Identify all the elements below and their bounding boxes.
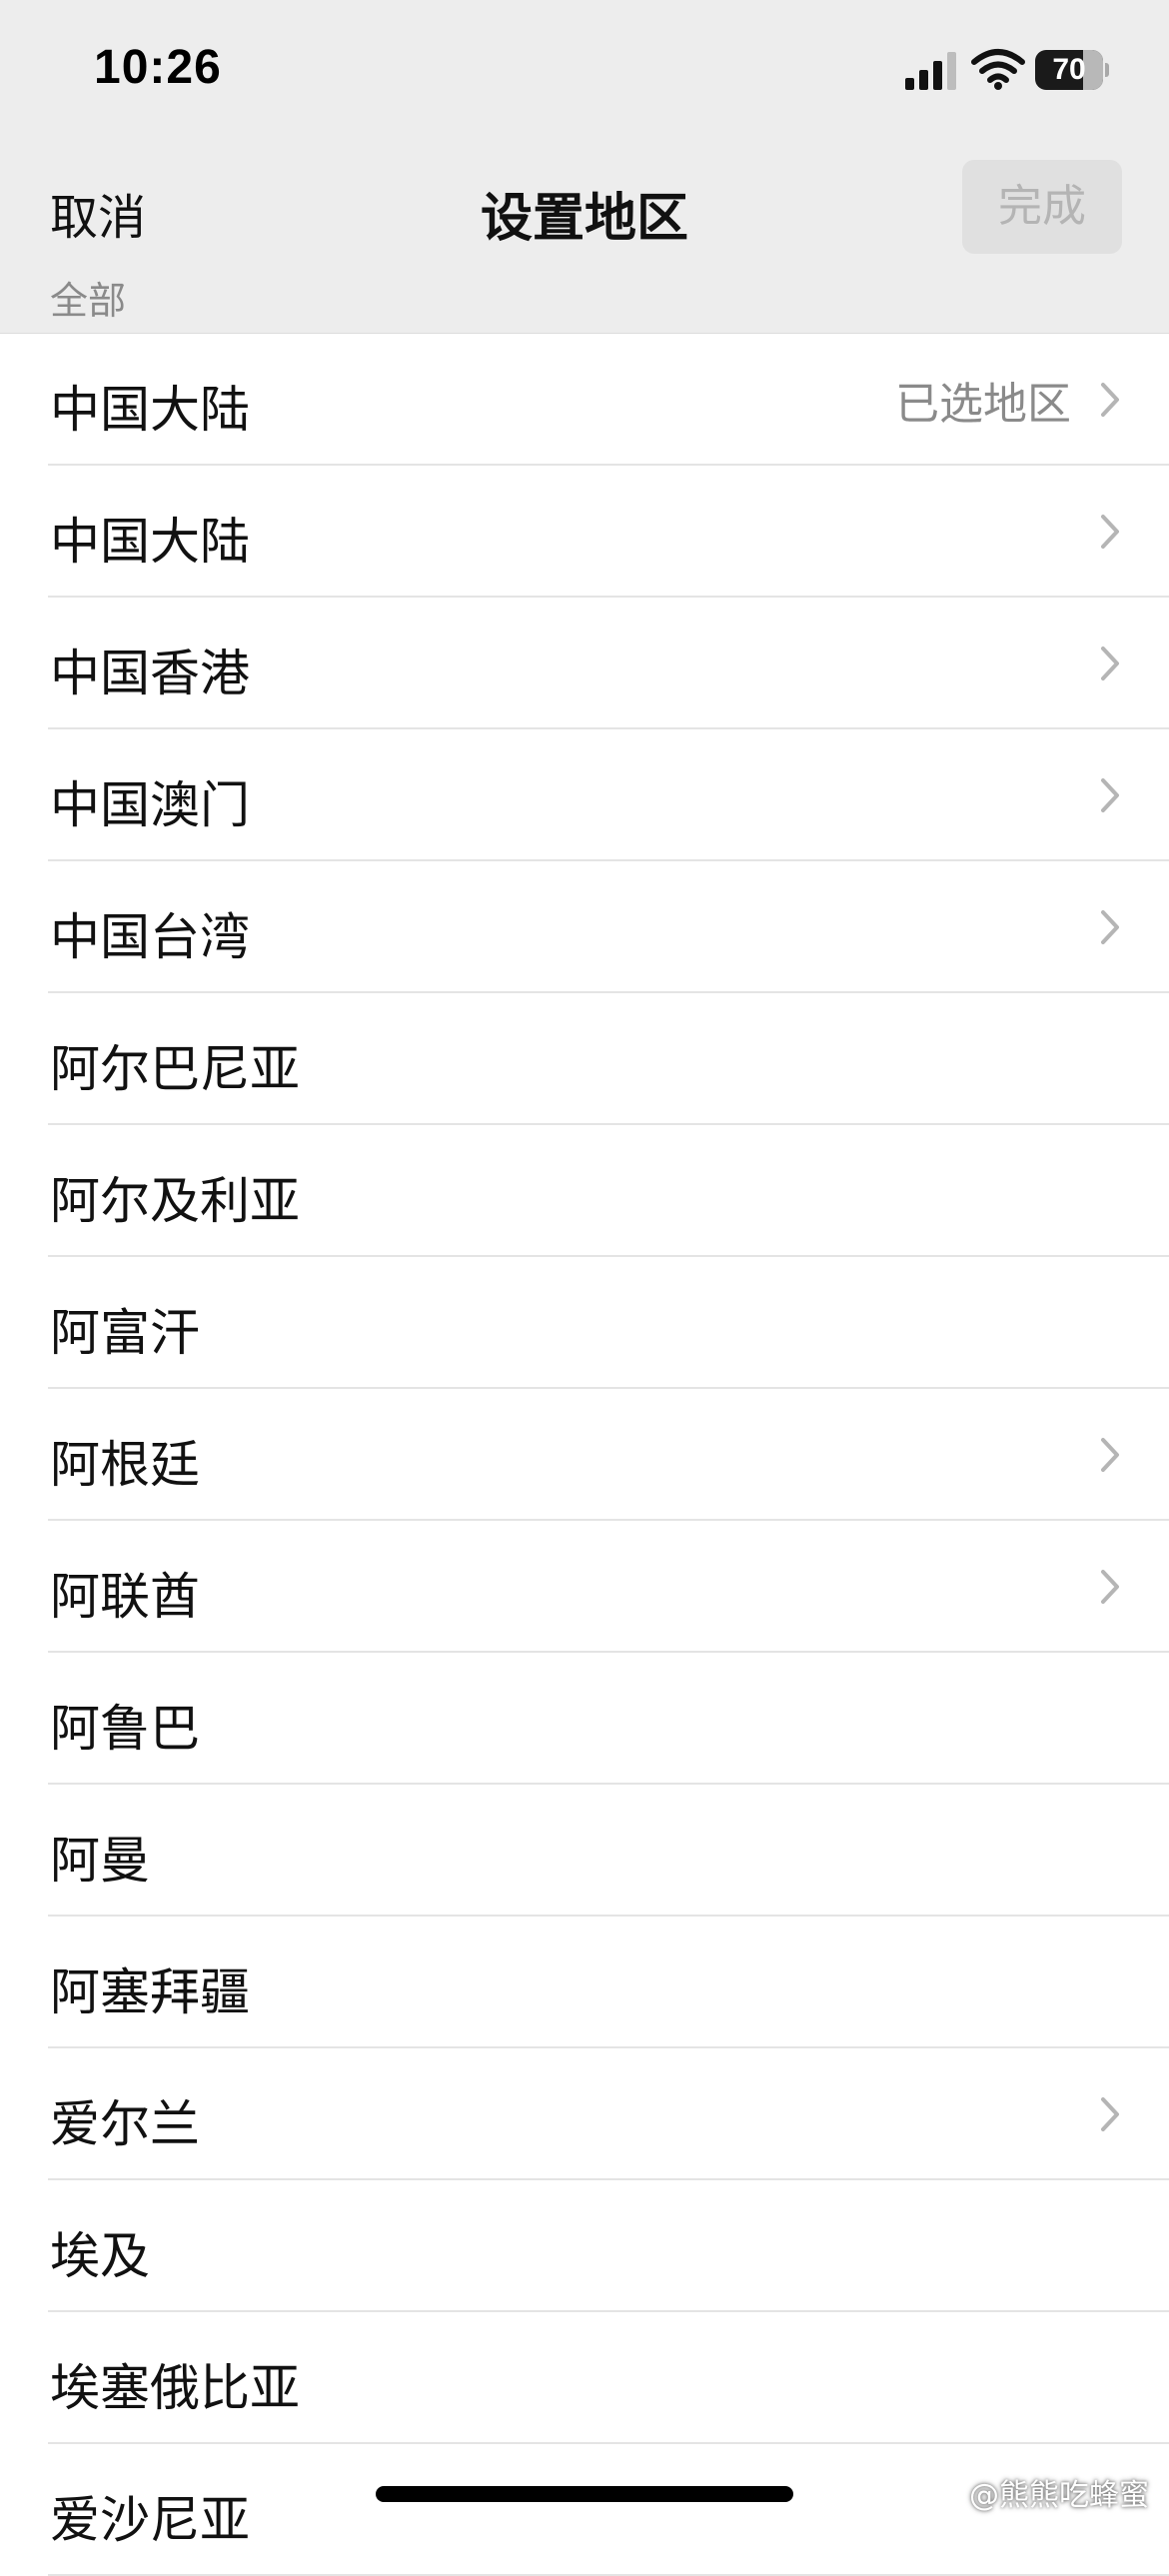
region-name: 爱尔兰 <box>50 2095 200 2153</box>
region-name: 中国大陆 <box>50 513 250 571</box>
region-name: 阿富汗 <box>50 1304 200 1362</box>
watermark-text: @熊熊吃蜂蜜 <box>969 2478 1149 2513</box>
region-name: 中国澳门 <box>50 776 250 834</box>
region-name: 阿联酋 <box>50 1568 200 1626</box>
region-name: 阿根廷 <box>50 1436 200 1494</box>
cellular-signal-icon <box>905 52 956 90</box>
chevron-right-icon <box>1101 910 1119 944</box>
region-row[interactable]: 阿联酋 <box>0 1521 1169 1653</box>
chevron-right-icon <box>1101 778 1119 812</box>
region-name: 埃塞俄比亚 <box>50 2359 300 2417</box>
region-row[interactable]: 阿根廷 <box>0 1389 1169 1521</box>
chevron-right-icon <box>1101 515 1119 549</box>
region-row[interactable]: 中国香港 <box>0 598 1169 729</box>
row-accessory: 已选地区 <box>895 368 1121 432</box>
row-accessory <box>1099 2082 1121 2146</box>
region-name: 阿曼 <box>50 1832 150 1890</box>
region-name: 中国大陆 <box>50 381 250 439</box>
home-indicator[interactable] <box>376 2486 793 2502</box>
selected-region-label: 已选地区 <box>895 379 1071 430</box>
region-name: 阿鲁巴 <box>50 1700 200 1758</box>
region-row[interactable]: 阿塞拜疆 <box>0 1917 1169 2048</box>
row-accessory <box>1099 763 1121 827</box>
row-accessory <box>1099 1555 1121 1619</box>
chevron-right-icon <box>1101 1438 1119 1472</box>
header-area: 10:26 70 取消 设置地区 完成 全部 <box>0 0 1169 334</box>
chevron-right-icon <box>1101 646 1119 680</box>
chevron-right-icon <box>1101 383 1119 417</box>
region-row[interactable]: 阿尔及利亚 <box>0 1125 1169 1257</box>
region-name: 中国台湾 <box>50 908 250 966</box>
battery-cap <box>1105 63 1109 77</box>
region-name: 阿塞拜疆 <box>50 1963 250 2021</box>
section-header: 全部 <box>50 279 127 323</box>
region-row[interactable]: 埃塞俄比亚 <box>0 2312 1169 2444</box>
status-time: 10:26 <box>94 41 222 94</box>
done-button[interactable]: 完成 <box>962 160 1122 254</box>
wifi-icon <box>971 49 1025 90</box>
row-accessory <box>1099 500 1121 564</box>
region-list: 中国大陆 已选地区 中国大陆 中国香港 中国澳门 中国台湾 阿尔巴尼亚 阿尔及利亚 阿富汗 阿根廷… <box>0 334 1169 2576</box>
battery-body: 70 <box>1035 50 1103 90</box>
chevron-right-icon <box>1101 1570 1119 1604</box>
row-accessory <box>1099 1423 1121 1487</box>
status-bar: 10:26 70 <box>0 0 1169 150</box>
region-row[interactable]: 埃及 <box>0 2180 1169 2312</box>
battery-indicator: 70 <box>1035 50 1109 90</box>
region-row[interactable]: 中国澳门 <box>0 729 1169 861</box>
region-row[interactable]: 阿尔巴尼亚 <box>0 993 1169 1125</box>
chevron-right-icon <box>1101 2097 1119 2131</box>
region-row[interactable]: 中国大陆 <box>0 466 1169 598</box>
region-name: 埃及 <box>50 2227 150 2285</box>
watermark: @熊熊吃蜂蜜 <box>929 2470 1149 2514</box>
region-row[interactable]: 爱尔兰 <box>0 2048 1169 2180</box>
region-row[interactable]: 阿鲁巴 <box>0 1653 1169 1785</box>
region-row[interactable]: 中国大陆 已选地区 <box>0 334 1169 466</box>
battery-level: 70 <box>1052 53 1086 86</box>
row-accessory <box>1099 632 1121 695</box>
region-name: 阿尔巴尼亚 <box>50 1040 300 1098</box>
region-name: 阿尔及利亚 <box>50 1172 300 1230</box>
navigation-bar: 取消 设置地区 完成 <box>0 150 1169 270</box>
region-row[interactable]: 阿富汗 <box>0 1257 1169 1389</box>
region-row[interactable]: 阿曼 <box>0 1785 1169 1917</box>
watermark-logo-icon <box>933 2476 959 2506</box>
region-row[interactable]: 中国台湾 <box>0 861 1169 993</box>
region-name: 爱沙尼亚 <box>50 2491 250 2549</box>
region-name: 中国香港 <box>50 644 250 702</box>
row-accessory <box>1099 895 1121 959</box>
